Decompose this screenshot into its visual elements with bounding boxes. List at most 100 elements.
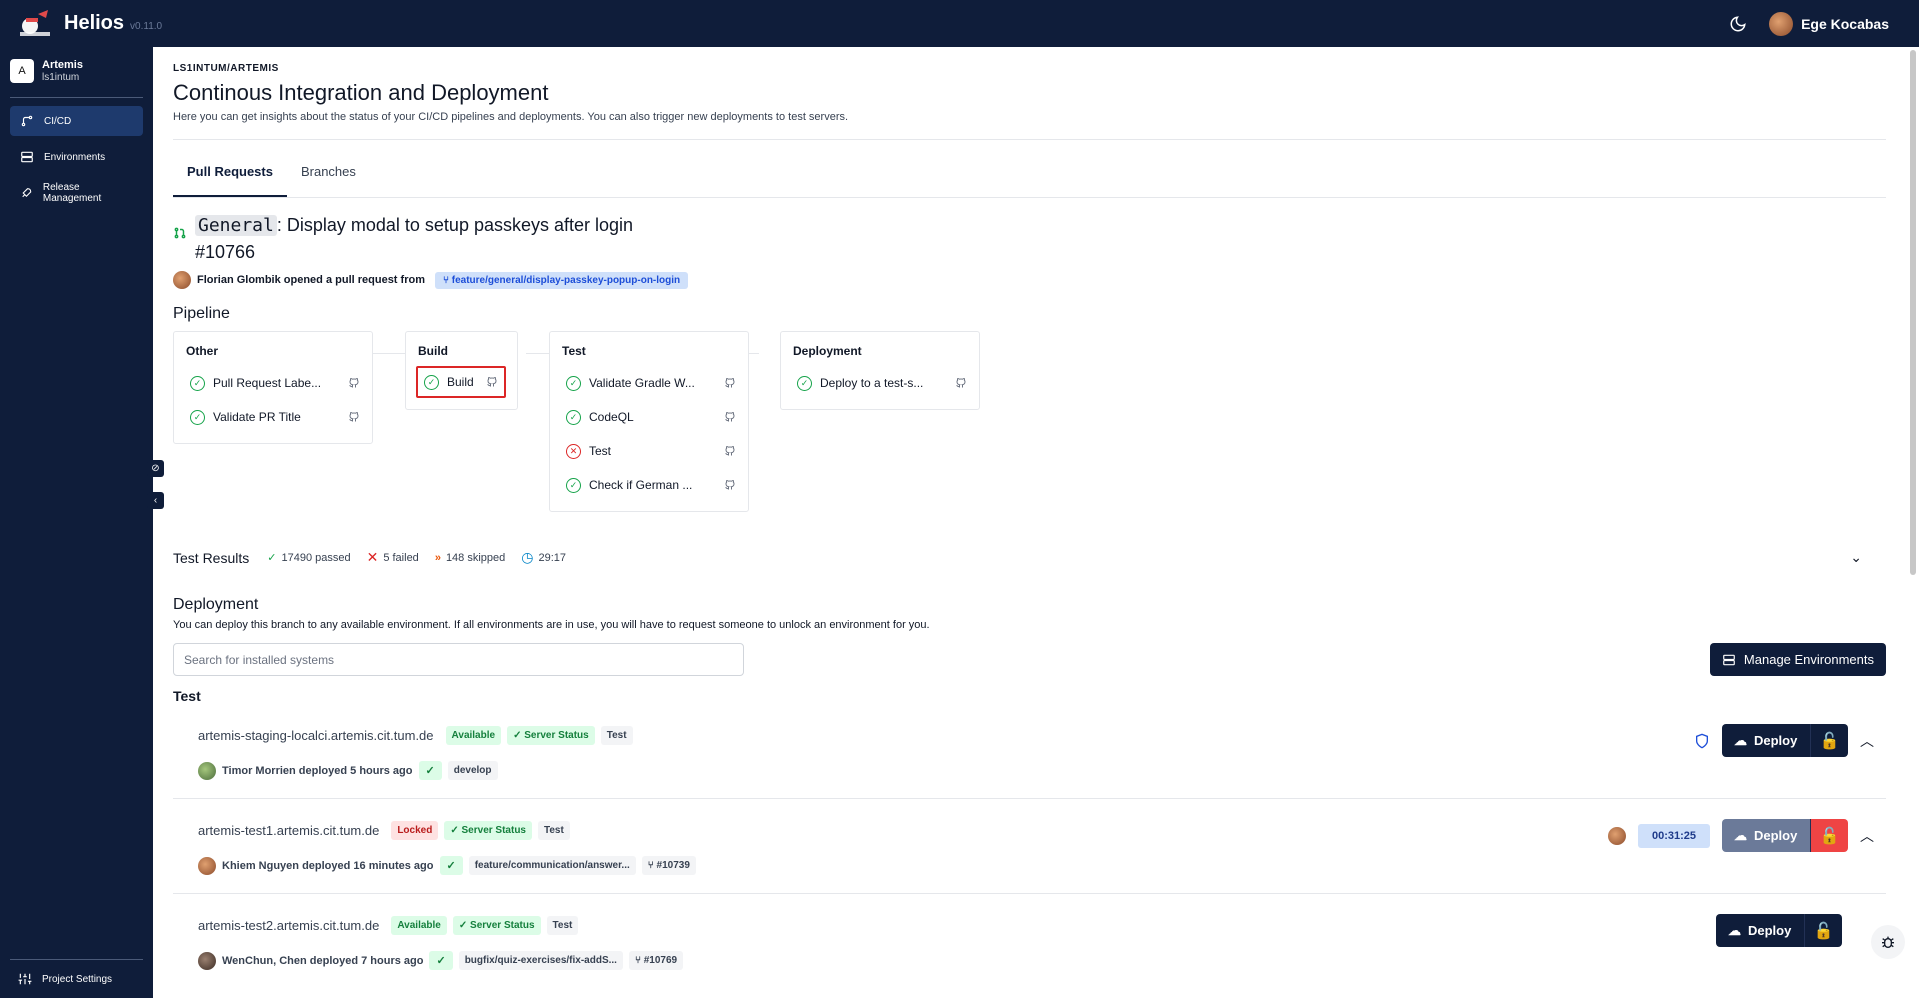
job-item[interactable]: ✓ CodeQL xyxy=(562,400,736,434)
job-name: Check if German ... xyxy=(589,478,693,492)
pr-title[interactable]: General: Display modal to setup passkeys… xyxy=(195,212,633,239)
deployed-by: Timor Morrien deployed 5 hours ago xyxy=(222,764,413,777)
lock-icon[interactable]: 🔓 xyxy=(1810,724,1848,757)
status-badge: Available xyxy=(391,916,447,935)
server-icon xyxy=(21,151,33,163)
passed-count: 17490 passed xyxy=(281,551,351,564)
stage-build: Build ✓ Build xyxy=(405,331,518,410)
sidebar-item-label: CI/CD xyxy=(44,115,72,127)
sidebar-item-release-management[interactable]: Release Management xyxy=(10,178,143,208)
deployed-branch[interactable]: bugfix/quiz-exercises/fix-addS... xyxy=(458,951,623,970)
github-icon[interactable] xyxy=(724,377,736,389)
sliders-icon xyxy=(18,973,32,985)
pull-request-icon xyxy=(174,227,186,239)
job-item[interactable]: ✓ Build xyxy=(416,366,506,398)
scrollbar[interactable] xyxy=(1910,50,1916,575)
skipped-stat: » 148 skipped xyxy=(435,552,505,564)
server-status-label: Server Status xyxy=(461,825,526,836)
tab-branches[interactable]: Branches xyxy=(287,148,370,197)
server-status-badge[interactable]: ✓ Server Status xyxy=(507,726,595,745)
test-results[interactable]: Test Results ✓ 17490 passed ✕ 5 failed » 14… xyxy=(173,549,1890,566)
deployment-title: Deployment xyxy=(173,596,259,613)
sidebar-item-label: Release Management xyxy=(42,182,102,204)
sidebar-item-project-settings[interactable]: Project Settings xyxy=(10,959,143,986)
deploy-button[interactable]: ☁ Deploy 🔓 xyxy=(1716,914,1842,947)
check-circle-icon: ✓ xyxy=(566,375,581,391)
job-name: Validate Gradle W... xyxy=(589,376,695,390)
chevron-up-icon[interactable]: ︿ xyxy=(1860,826,1874,846)
github-icon[interactable] xyxy=(724,445,736,457)
tabs: Pull Requests Branches xyxy=(173,148,1886,198)
job-item[interactable]: ✓ Check if German ... xyxy=(562,468,736,502)
server-status-badge[interactable]: ✓ Server Status xyxy=(444,821,532,840)
job-name: CodeQL xyxy=(589,410,634,424)
environment-row: artemis-staging-localci.artemis.cit.tum.… xyxy=(173,704,1886,799)
pipeline: Other ✓ Pull Request Labe... ✓ Validate PR… xyxy=(173,331,1890,531)
lock-icon[interactable]: 🔓 xyxy=(1804,914,1842,947)
passed-stat: ✓ 17490 passed xyxy=(267,551,351,565)
locker-avatar xyxy=(1607,826,1626,845)
pr-tag: General xyxy=(195,215,277,236)
failed-stat: ✕ 5 failed xyxy=(367,549,419,566)
environment-row: artemis-test2.artemis.cit.tum.de Availab… xyxy=(173,894,1886,989)
unlock-icon[interactable]: 🔓 xyxy=(1810,819,1848,852)
check-icon: ✓ xyxy=(267,552,277,564)
check-icon: ✓ xyxy=(439,856,463,875)
github-icon[interactable] xyxy=(348,377,360,389)
bug-report-icon[interactable] xyxy=(1871,925,1905,959)
stage-deployment: Deployment ✓ Deploy to a test-s... xyxy=(780,331,980,410)
deployment-toolbar: Search for installed systems Manage Envi… xyxy=(173,643,1886,676)
job-item[interactable]: ✓ Validate PR Title xyxy=(186,400,360,434)
job-name: Pull Request Labe... xyxy=(213,376,322,390)
pr-link[interactable]: ⑂ #10739 xyxy=(641,856,696,875)
helios-logo[interactable] xyxy=(18,8,54,40)
github-icon[interactable] xyxy=(955,377,967,389)
job-name: Test xyxy=(589,444,612,458)
tab-pull-requests[interactable]: Pull Requests xyxy=(173,148,287,197)
deployed-branch[interactable]: develop xyxy=(447,761,498,780)
project-org: ls1intum xyxy=(42,72,80,83)
sidebar-item-environments[interactable]: Environments xyxy=(10,142,143,172)
pipeline-connector xyxy=(371,353,405,354)
project-selector[interactable]: A Artemis ls1intum xyxy=(0,47,153,95)
manage-label: Manage Environments xyxy=(1743,652,1874,667)
server-status-label: Server Status xyxy=(470,920,535,931)
manage-environments-button[interactable]: Manage Environments xyxy=(1709,643,1886,676)
moon-icon[interactable] xyxy=(1729,15,1747,33)
github-icon[interactable] xyxy=(348,411,360,423)
job-item[interactable]: ✕ Test xyxy=(562,434,736,468)
x-icon: ✕ xyxy=(366,549,379,565)
pr-header: General: Display modal to setup passkeys… xyxy=(173,212,1890,265)
deployer-avatar xyxy=(198,951,216,970)
stage-title: Build xyxy=(418,344,448,358)
github-icon[interactable] xyxy=(486,376,498,388)
type-badge: Test xyxy=(538,821,570,840)
sidebar-item-cicd[interactable]: CI/CD xyxy=(10,106,143,136)
branch-badge[interactable]: ⑂ feature/general/display-passkey-popup-… xyxy=(434,271,689,289)
chevron-down-icon[interactable]: ⌄ xyxy=(1850,549,1862,566)
deploy-button[interactable]: ☁ Deploy 🔓 xyxy=(1722,819,1848,852)
environment-name: artemis-staging-localci.artemis.cit.tum.… xyxy=(198,728,434,743)
divider xyxy=(173,139,1886,140)
stage-test: Test ✓ Validate Gradle W... ✓ CodeQL ✕ Test… xyxy=(549,331,749,512)
deployed-branch[interactable]: feature/communication/answer... xyxy=(468,856,636,875)
job-name: Deploy to a test-s... xyxy=(820,376,924,390)
job-item[interactable]: ✓ Deploy to a test-s... xyxy=(793,366,967,400)
job-item[interactable]: ✓ Pull Request Labe... xyxy=(186,366,360,400)
deploy-button[interactable]: ☁ Deploy 🔓 xyxy=(1722,724,1848,757)
chevron-up-icon[interactable]: ︿ xyxy=(1860,731,1874,751)
user-menu[interactable]: Ege Kocabas xyxy=(1769,11,1889,36)
deployment-description: You can deploy this branch to any availa… xyxy=(173,619,930,631)
search-input[interactable]: Search for installed systems xyxy=(173,643,744,676)
github-icon[interactable] xyxy=(724,411,736,423)
cloud-upload-icon: ☁ xyxy=(1734,732,1747,748)
deployed-by: WenChun, Chen deployed 7 hours ago xyxy=(222,954,424,967)
sidebar-item-label: Environments xyxy=(44,151,106,163)
job-item[interactable]: ✓ Validate Gradle W... xyxy=(562,366,736,400)
github-icon[interactable] xyxy=(724,479,736,491)
pr-link[interactable]: ⑂ #10769 xyxy=(628,951,684,970)
project-initial: A xyxy=(10,59,34,83)
user-avatar xyxy=(1769,11,1794,36)
server-status-badge[interactable]: ✓ Server Status xyxy=(452,916,541,935)
shield-icon[interactable] xyxy=(1694,733,1710,749)
